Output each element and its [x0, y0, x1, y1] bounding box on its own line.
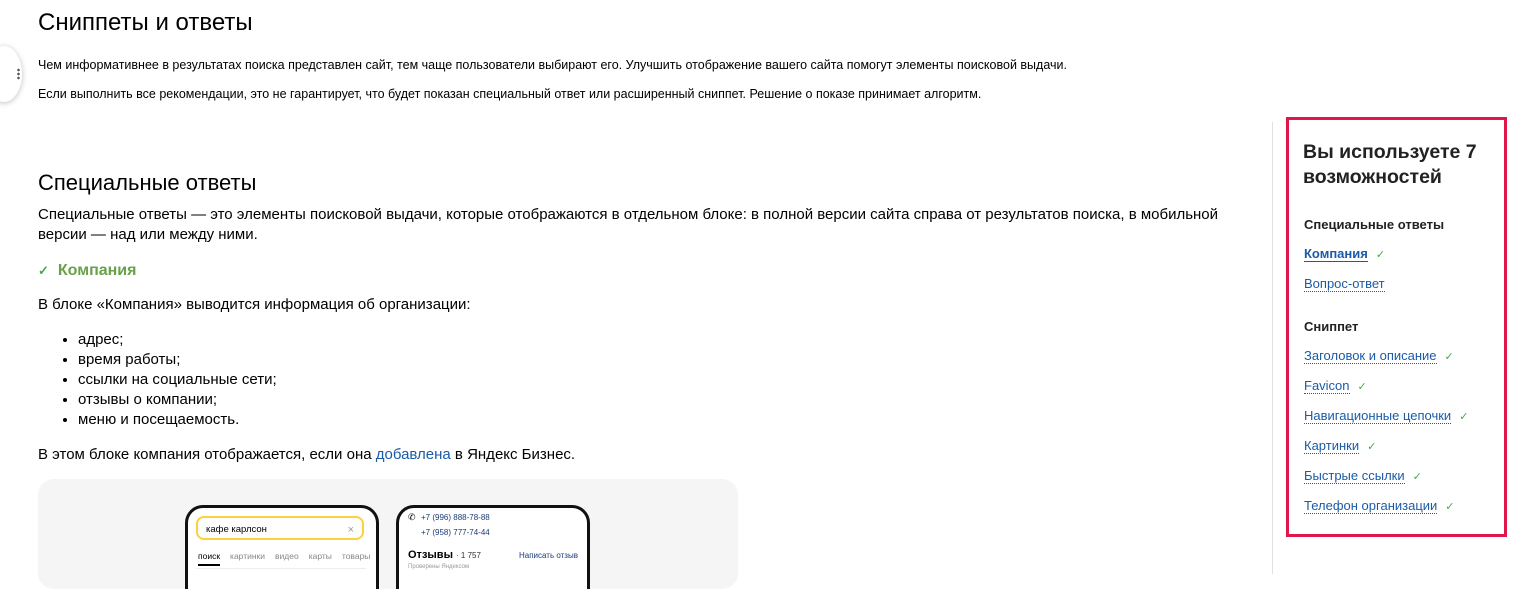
- company-note: В этом блоке компания отображается, если…: [38, 446, 575, 463]
- sidebar-link-qa[interactable]: Вопрос-ответ: [1304, 276, 1385, 292]
- example-preview: кафе карлсон × поиск картинки видео карт…: [38, 479, 738, 589]
- mock-search-input: кафе карлсон ×: [196, 516, 364, 540]
- check-icon: ✓: [1445, 500, 1455, 513]
- features-sidebar: Вы используете 7 возможностей Специальны…: [1286, 117, 1507, 537]
- sidebar-link-title-description[interactable]: Заголовок и описание: [1304, 348, 1437, 364]
- special-answers-description: Специальные ответы — это элементы поиско…: [38, 206, 1219, 243]
- sidebar-link-images[interactable]: Картинки: [1304, 438, 1360, 454]
- sidebar-item-company[interactable]: Компания ✓: [1304, 246, 1385, 262]
- mock-reviews-verified: Проверены Яндексом: [408, 564, 470, 570]
- close-icon: ×: [347, 524, 354, 536]
- sidebar-link-company[interactable]: Компания: [1304, 246, 1368, 262]
- check-icon: ✓: [1459, 410, 1469, 423]
- list-item: время работы;: [78, 350, 277, 370]
- company-note-text: В этом блоке компания отображается, если…: [38, 446, 376, 463]
- mock-tab: поиск: [198, 551, 221, 566]
- mock-reviews-count: · 1 757: [456, 551, 481, 560]
- mock-reviews-label: Отзывы: [408, 549, 453, 561]
- sidebar-item-qa[interactable]: Вопрос-ответ: [1304, 276, 1385, 292]
- phone-icon: ✆: [408, 512, 416, 522]
- drag-dots-icon: [17, 68, 20, 80]
- mock-tab: товары: [341, 551, 371, 561]
- sidebar-link-phone[interactable]: Телефон организации: [1304, 498, 1438, 514]
- list-item: адрес;: [78, 330, 277, 350]
- sidebar-item-favicon[interactable]: Favicon ✓: [1304, 378, 1367, 394]
- intro-paragraph-2: Если выполнить все рекомендации, это не …: [38, 87, 982, 101]
- added-link[interactable]: добавлена: [376, 446, 451, 463]
- mock-phone-number: +7 (958) 777-74-44: [421, 528, 490, 537]
- section-heading-special-answers: Специальные ответы: [38, 170, 257, 195]
- mock-phone-number: +7 (996) 888-78-88: [421, 513, 490, 522]
- sidebar-section-special-answers: Специальные ответы: [1304, 217, 1445, 232]
- column-divider: [1272, 122, 1273, 574]
- check-icon: ✓: [1367, 440, 1377, 453]
- sidebar-link-breadcrumbs[interactable]: Навигационные цепочки: [1304, 408, 1452, 424]
- sidebar-section-snippet: Сниппет: [1304, 319, 1359, 334]
- company-heading: ✓ Компания: [38, 262, 136, 280]
- sidebar-item-phone[interactable]: Телефон организации ✓: [1304, 498, 1455, 514]
- company-lead: В блоке «Компания» выводится информация …: [38, 296, 471, 313]
- mock-reviews-title: Отзывы · 1 757: [408, 549, 481, 561]
- phone-mockup-search: кафе карлсон × поиск картинки видео карт…: [185, 505, 379, 589]
- list-item: меню и посещаемость.: [78, 410, 277, 430]
- mock-search-query: кафе карлсон: [206, 524, 267, 535]
- sidebar-title: Вы используете 7 возможностей: [1303, 141, 1477, 188]
- check-icon: ✓: [1412, 470, 1422, 483]
- sidebar-link-favicon[interactable]: Favicon: [1304, 378, 1350, 394]
- company-heading-label: Компания: [57, 262, 137, 279]
- intro-paragraph-1: Чем информативнее в результатах поиска п…: [38, 58, 1067, 72]
- mock-tab: видео: [275, 551, 299, 561]
- list-item: ссылки на социальные сети;: [78, 370, 277, 390]
- mock-write-review: Написать отзыв: [519, 551, 578, 560]
- check-icon: ✓: [1357, 380, 1367, 393]
- company-note-text-end: в Яндекс Бизнес.: [450, 446, 576, 463]
- sidebar-item-title-description[interactable]: Заголовок и описание ✓: [1304, 348, 1454, 364]
- phone-mockup-company: ✆ +7 (996) 888-78-88 +7 (958) 777-74-44 …: [396, 505, 590, 589]
- mock-tabs-divider: [196, 568, 366, 569]
- company-features-list: адрес; время работы; ссылки на социальны…: [38, 330, 277, 430]
- sidebar-item-breadcrumbs[interactable]: Навигационные цепочки ✓: [1304, 408, 1468, 424]
- sidebar-link-quick-links[interactable]: Быстрые ссылки: [1304, 468, 1405, 484]
- mock-tab: картинки: [230, 551, 266, 561]
- check-icon: ✓: [1375, 248, 1386, 261]
- panel-toggle-handle[interactable]: [0, 46, 22, 102]
- page-title: Сниппеты и ответы: [38, 9, 253, 36]
- mock-search-tabs: поиск картинки видео карты товары: [198, 551, 370, 566]
- list-item: отзывы о компании;: [78, 390, 277, 410]
- check-icon: ✓: [38, 263, 49, 278]
- mock-tab: карты: [308, 551, 332, 561]
- sidebar-item-images[interactable]: Картинки ✓: [1304, 438, 1376, 454]
- sidebar-item-quick-links[interactable]: Быстрые ссылки ✓: [1304, 468, 1422, 484]
- check-icon: ✓: [1444, 350, 1454, 363]
